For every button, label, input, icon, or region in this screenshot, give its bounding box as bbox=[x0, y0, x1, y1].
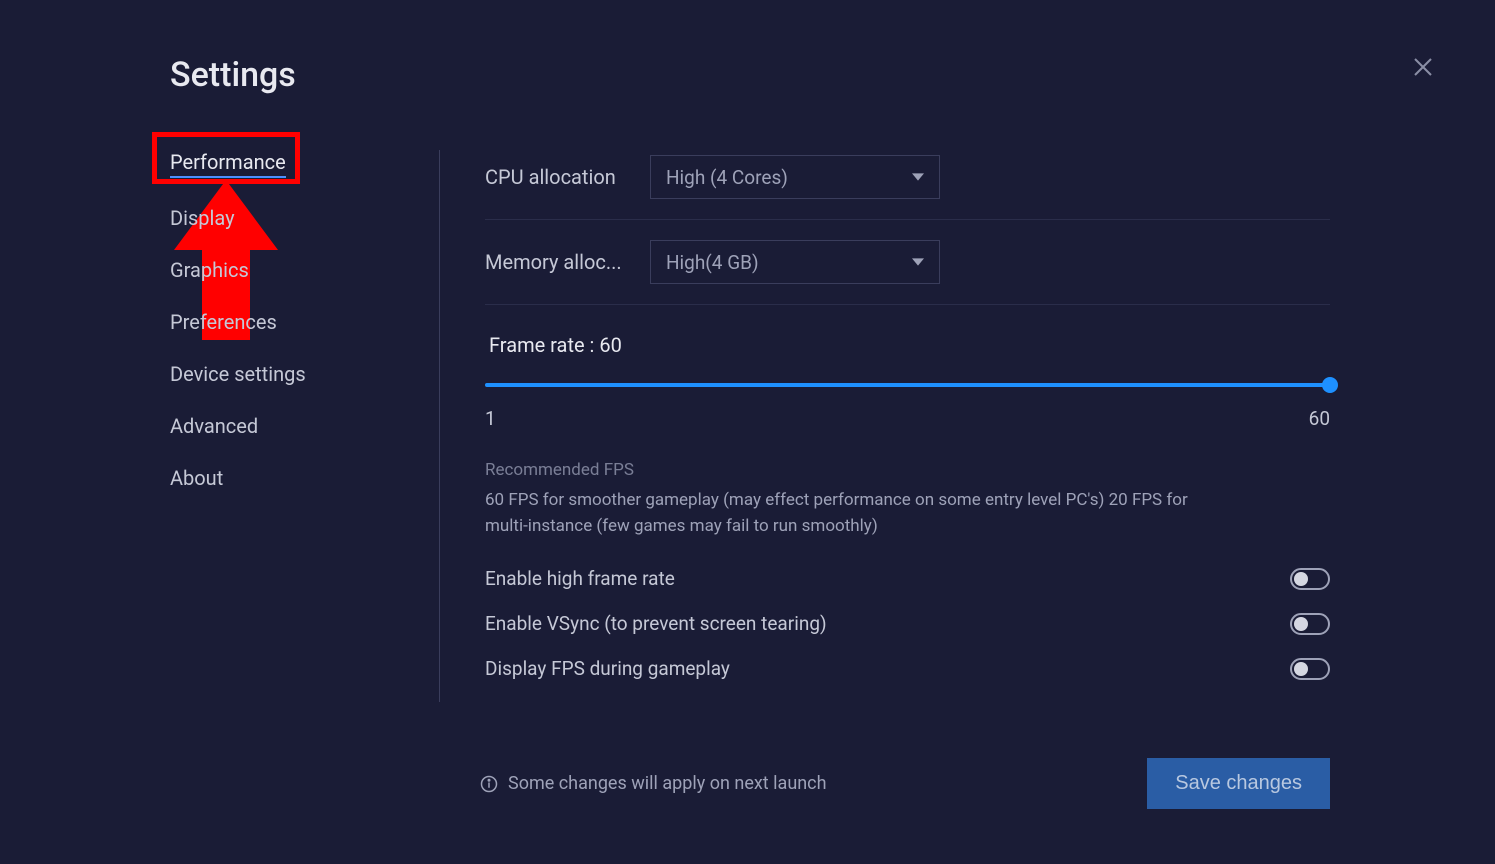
sidebar: Performance Display Graphics Preferences… bbox=[170, 150, 440, 702]
memory-allocation-label: Memory alloc... bbox=[485, 250, 650, 274]
footer-info: Some changes will apply on next launch bbox=[480, 773, 827, 794]
memory-allocation-dropdown[interactable]: High(4 GB) bbox=[650, 240, 940, 284]
toggle-vsync[interactable] bbox=[1290, 613, 1330, 635]
toggle-display-fps[interactable] bbox=[1290, 658, 1330, 680]
main-panel: CPU allocation High (4 Cores) Memory all… bbox=[440, 150, 1330, 702]
sidebar-item-about[interactable]: About bbox=[170, 466, 223, 490]
toggle-knob bbox=[1294, 617, 1308, 631]
cpu-allocation-value: High (4 Cores) bbox=[666, 166, 788, 189]
sidebar-item-graphics[interactable]: Graphics bbox=[170, 258, 249, 282]
sidebar-item-advanced[interactable]: Advanced bbox=[170, 414, 258, 438]
fps-info-title: Recommended FPS bbox=[485, 460, 1330, 480]
close-button[interactable] bbox=[1411, 55, 1435, 79]
toggle-high-frame-rate-label: Enable high frame rate bbox=[485, 567, 675, 590]
toggle-display-fps-label: Display FPS during gameplay bbox=[485, 657, 730, 680]
slider-thumb[interactable] bbox=[1322, 377, 1338, 393]
toggle-vsync-label: Enable VSync (to prevent screen tearing) bbox=[485, 612, 827, 635]
slider-min-label: 1 bbox=[485, 407, 496, 430]
sidebar-item-display[interactable]: Display bbox=[170, 206, 235, 230]
cpu-allocation-label: CPU allocation bbox=[485, 165, 650, 189]
fps-info-text: 60 FPS for smoother gameplay (may effect… bbox=[485, 488, 1205, 539]
frame-rate-slider[interactable] bbox=[485, 375, 1330, 395]
chevron-down-icon bbox=[912, 256, 924, 268]
save-changes-button[interactable]: Save changes bbox=[1147, 758, 1330, 809]
chevron-down-icon bbox=[912, 171, 924, 183]
toggle-knob bbox=[1294, 662, 1308, 676]
footer-info-text: Some changes will apply on next launch bbox=[508, 773, 827, 794]
memory-allocation-value: High(4 GB) bbox=[666, 251, 759, 274]
sidebar-item-device-settings[interactable]: Device settings bbox=[170, 362, 306, 386]
slider-track bbox=[485, 383, 1330, 387]
cpu-allocation-dropdown[interactable]: High (4 Cores) bbox=[650, 155, 940, 199]
toggle-high-frame-rate[interactable] bbox=[1290, 568, 1330, 590]
toggle-knob bbox=[1294, 572, 1308, 586]
slider-max-label: 60 bbox=[1309, 407, 1330, 430]
sidebar-item-preferences[interactable]: Preferences bbox=[170, 310, 277, 334]
frame-rate-label: Frame rate : 60 bbox=[489, 333, 1330, 357]
info-icon bbox=[480, 775, 498, 793]
sidebar-item-performance[interactable]: Performance bbox=[170, 150, 286, 178]
page-title: Settings bbox=[170, 55, 1330, 95]
